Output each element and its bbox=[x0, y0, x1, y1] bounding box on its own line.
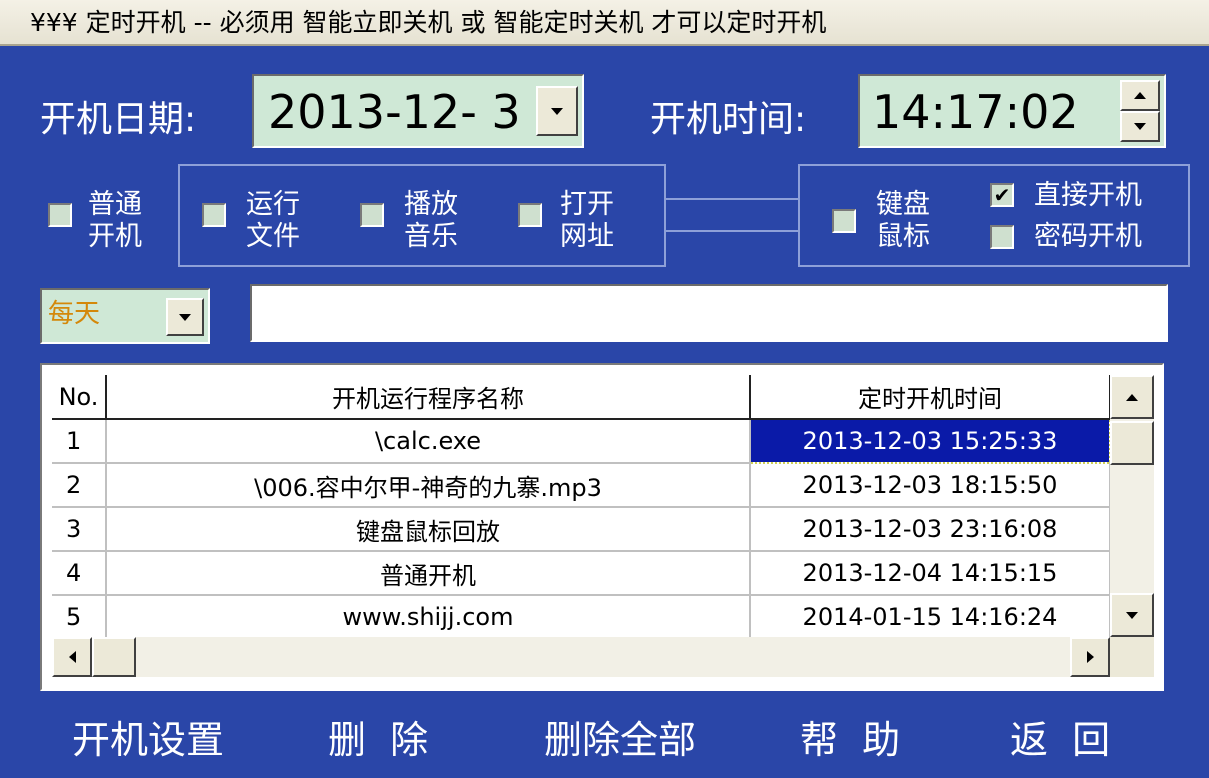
row-no: 5 bbox=[52, 595, 107, 640]
time-up-button[interactable] bbox=[1120, 80, 1160, 111]
window-title: ¥¥¥ 定时开机 -- 必须用 智能立即关机 或 智能定时关机 才可以定时开机 bbox=[30, 8, 827, 37]
scrollbar-corner bbox=[1110, 637, 1154, 677]
date-picker[interactable]: 2013-12- 3 bbox=[252, 74, 584, 148]
row-program-name: www.shijj.com bbox=[106, 595, 751, 640]
repeat-dropdown-button[interactable] bbox=[166, 298, 204, 336]
keyboard-mouse-label-line1: 键盘 bbox=[876, 189, 930, 220]
back-button[interactable]: 返 回 bbox=[1010, 712, 1110, 768]
table-row[interactable]: 4 普通开机 2013-12-04 14:15:15 bbox=[52, 551, 1111, 596]
row-program-name: 普通开机 bbox=[106, 551, 751, 596]
keyboard-mouse-checkbox[interactable] bbox=[832, 209, 856, 233]
chevron-down-icon bbox=[179, 313, 191, 321]
row-no: 1 bbox=[52, 419, 107, 464]
time-label: 开机时间: bbox=[650, 99, 807, 140]
title-bar: ¥¥¥ 定时开机 -- 必须用 智能立即关机 或 智能定时关机 才可以定时开机 bbox=[0, 0, 1209, 46]
play-music-label-line2: 音乐 bbox=[404, 221, 458, 252]
row-boot-time: 2013-12-03 18:15:50 bbox=[750, 463, 1111, 508]
table-row[interactable]: 3 键盘鼠标回放 2013-12-03 23:16:08 bbox=[52, 507, 1111, 552]
direct-boot-checkbox[interactable]: ✔ bbox=[990, 183, 1014, 207]
help-button[interactable]: 帮 助 bbox=[800, 712, 900, 768]
keyboard-mouse-label: 键盘 鼠标 bbox=[876, 189, 930, 253]
open-url-label: 打开 网址 bbox=[560, 189, 614, 253]
open-url-checkbox[interactable] bbox=[518, 203, 542, 227]
arrow-up-icon bbox=[1134, 92, 1146, 99]
repeat-value: 每天 bbox=[48, 299, 101, 329]
row-program-name: \calc.exe bbox=[106, 419, 751, 464]
password-boot-label: 密码开机 bbox=[1034, 221, 1142, 252]
header-boot-time[interactable]: 定时开机时间 bbox=[750, 375, 1111, 420]
chevron-down-icon bbox=[551, 107, 563, 115]
delete-button[interactable]: 删 除 bbox=[328, 712, 428, 768]
row-boot-time: 2013-12-04 14:15:15 bbox=[750, 551, 1111, 596]
row-no: 2 bbox=[52, 463, 107, 508]
header-program-name[interactable]: 开机运行程序名称 bbox=[106, 375, 751, 420]
arrow-down-icon bbox=[1134, 123, 1146, 130]
table-row[interactable]: 2 \006.容中尔甲-神奇的九寨.mp3 2013-12-03 18:15:5… bbox=[52, 463, 1111, 508]
horizontal-scroll-thumb[interactable] bbox=[92, 637, 136, 677]
time-value: 14:17:02 bbox=[872, 85, 1079, 139]
schedule-grid: No. 开机运行程序名称 定时开机时间 1 \calc.exe 2013-12-… bbox=[52, 375, 1111, 640]
checkmark-icon: ✔ bbox=[993, 183, 1011, 207]
table-row[interactable]: 5 www.shijj.com 2014-01-15 14:16:24 bbox=[52, 595, 1111, 640]
row-boot-time: 2014-01-15 14:16:24 bbox=[750, 595, 1111, 640]
arrow-down-icon bbox=[1126, 611, 1138, 619]
play-music-label: 播放 音乐 bbox=[404, 189, 458, 253]
row-boot-time: 2013-12-03 23:16:08 bbox=[750, 507, 1111, 552]
row-no: 3 bbox=[52, 507, 107, 552]
repeat-select[interactable]: 每天 bbox=[40, 288, 210, 344]
row-program-name: \006.容中尔甲-神奇的九寨.mp3 bbox=[106, 463, 751, 508]
scroll-down-button[interactable] bbox=[1110, 593, 1154, 637]
normal-boot-checkbox[interactable] bbox=[48, 203, 72, 227]
arrow-right-icon bbox=[1086, 651, 1094, 663]
password-boot-checkbox[interactable] bbox=[990, 225, 1014, 249]
row-program-name: 键盘鼠标回放 bbox=[106, 507, 751, 552]
play-music-label-line1: 播放 bbox=[404, 189, 458, 220]
play-music-checkbox[interactable] bbox=[360, 203, 384, 227]
row-boot-time: 2013-12-03 15:25:33 bbox=[749, 418, 1111, 464]
direct-boot-label: 直接开机 bbox=[1034, 180, 1142, 211]
table-row[interactable]: 1 \calc.exe 2013-12-03 15:25:33 bbox=[52, 418, 1111, 464]
scroll-right-button[interactable] bbox=[1070, 637, 1110, 677]
normal-boot-label-line2: 开机 bbox=[88, 221, 142, 252]
date-dropdown-button[interactable] bbox=[536, 86, 578, 136]
date-value: 2013-12- 3 bbox=[268, 85, 521, 139]
open-url-label-line1: 打开 bbox=[560, 189, 614, 220]
scroll-left-button[interactable] bbox=[52, 637, 92, 677]
open-url-label-line2: 网址 bbox=[560, 221, 614, 252]
vertical-scrollbar[interactable] bbox=[1110, 375, 1154, 637]
arrow-left-icon bbox=[68, 651, 76, 663]
keyboard-mouse-label-line2: 鼠标 bbox=[876, 221, 930, 252]
time-down-button[interactable] bbox=[1120, 111, 1160, 142]
boot-settings-button[interactable]: 开机设置 bbox=[72, 712, 224, 768]
vertical-scroll-thumb[interactable] bbox=[1110, 421, 1154, 465]
date-label: 开机日期: bbox=[40, 99, 197, 140]
connector-line-bottom bbox=[664, 230, 800, 232]
header-no[interactable]: No. bbox=[52, 375, 107, 420]
arrow-up-icon bbox=[1126, 393, 1138, 401]
delete-all-button[interactable]: 删除全部 bbox=[544, 712, 696, 768]
run-file-checkbox[interactable] bbox=[202, 203, 226, 227]
table-header-row: No. 开机运行程序名称 定时开机时间 bbox=[52, 375, 1111, 420]
schedule-table: No. 开机运行程序名称 定时开机时间 1 \calc.exe 2013-12-… bbox=[40, 363, 1164, 691]
normal-boot-label: 普通 开机 bbox=[88, 189, 142, 253]
row-no: 4 bbox=[52, 551, 107, 596]
connector-line-top bbox=[664, 198, 800, 200]
normal-boot-label-line1: 普通 bbox=[88, 189, 142, 220]
time-spinner[interactable]: 14:17:02 bbox=[858, 74, 1166, 148]
run-file-label-line1: 运行 bbox=[246, 189, 300, 220]
path-input[interactable] bbox=[250, 284, 1168, 342]
run-file-label: 运行 文件 bbox=[246, 189, 300, 253]
scroll-up-button[interactable] bbox=[1110, 375, 1154, 419]
run-file-label-line2: 文件 bbox=[246, 221, 300, 252]
horizontal-scrollbar[interactable] bbox=[52, 637, 1110, 677]
